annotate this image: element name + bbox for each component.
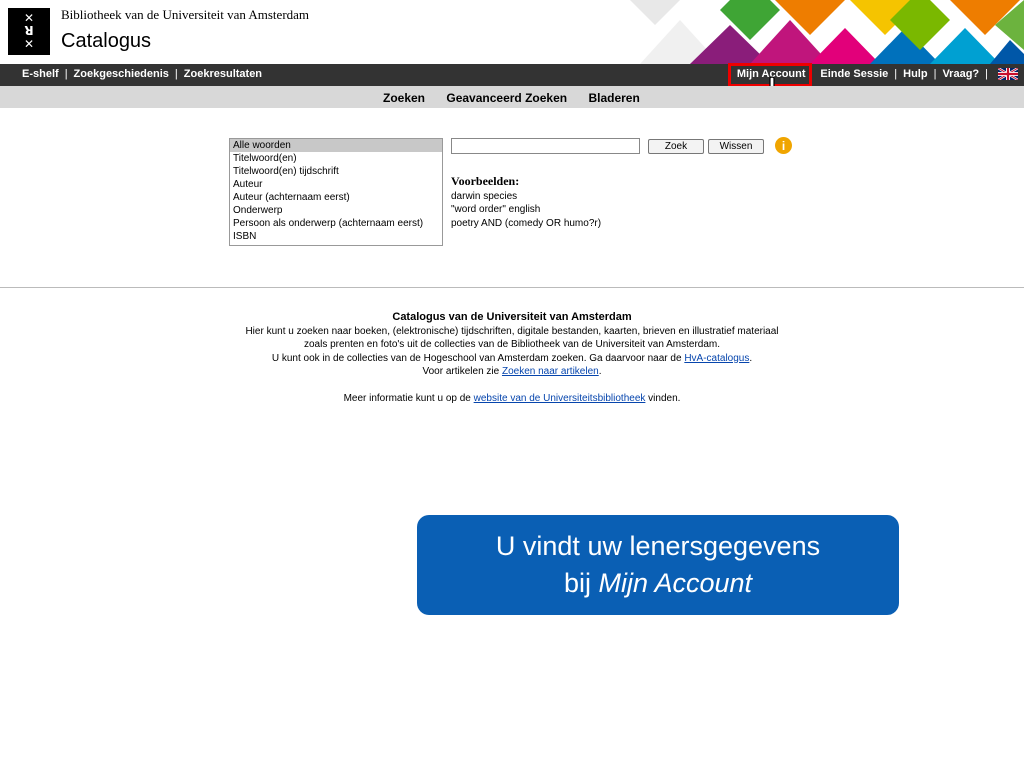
field-option-alle-woorden[interactable]: Alle woorden (230, 139, 442, 152)
field-option-persoon-onderwerp[interactable]: Persoon als onderwerp (achternaam eerst) (230, 217, 442, 230)
callout-line1: U vindt uw lenersgegevens (495, 531, 821, 561)
nav-hulp[interactable]: Hulp (903, 68, 927, 80)
uva-logo[interactable]: ✕ ꓤ ✕ (8, 8, 50, 55)
catalog-title: Catalogus (61, 30, 152, 52)
zoeken-naar-artikelen-link[interactable]: Zoeken naar artikelen (502, 366, 599, 377)
search-field-listbox[interactable]: Alle woorden Titelwoord(en) Titelwoord(e… (229, 138, 443, 246)
subnav-bladeren[interactable]: Bladeren (588, 91, 639, 105)
logo-cross-icon: ✕ (23, 37, 35, 51)
example-item: poetry AND (comedy OR humo?r) (451, 217, 602, 229)
nav-separator: | (933, 68, 937, 80)
info-line: zoals prenten en foto's uit de collectie… (303, 339, 721, 350)
callout-line2: bij Mijn Account (417, 565, 899, 602)
wissen-button[interactable]: Wissen (708, 139, 764, 154)
sub-nav-items: Zoeken Geavanceerd Zoeken Bladeren (383, 91, 658, 105)
field-option-auteur[interactable]: Auteur (230, 178, 442, 191)
info-line: Hier kunt u zoeken naar boeken, (elektro… (245, 325, 779, 337)
nav-eshelf[interactable]: E-shelf (22, 68, 59, 80)
info-text: Meer informatie kunt u op de (343, 392, 474, 404)
info-title: Catalogus van de Universiteit van Amster… (392, 311, 632, 323)
top-navigation: E-shelf | Zoekgeschiedenis | Zoekresultaten … (0, 64, 1024, 86)
zoek-button[interactable]: Zoek (648, 139, 704, 154)
example-item: "word order" english (451, 204, 541, 215)
info-line: Meer informatie kunt u op de website van… (0, 392, 1024, 406)
nav-vraag[interactable]: Vraag? (942, 68, 979, 80)
nav-zoekgeschiedenis[interactable]: Zoekgeschiedenis (74, 68, 169, 80)
subnav-geavanceerd-zoeken[interactable]: Geavanceerd Zoeken (446, 91, 567, 105)
nav-einde-sessie[interactable]: Einde Sessie (820, 68, 888, 80)
library-name: Bibliotheek van de Universiteit van Amst… (61, 7, 310, 22)
subnav-zoeken[interactable]: Zoeken (383, 91, 425, 105)
divider (0, 287, 1024, 288)
info-text: vinden. (645, 392, 681, 404)
hva-catalogus-link[interactable]: HvA-catalogus (684, 353, 749, 364)
nav-separator: | (985, 68, 988, 80)
decorative-shapes-icon (630, 0, 1024, 64)
info-icon[interactable]: i (775, 137, 792, 154)
search-examples: Voorbeelden: darwin species "word order"… (451, 174, 602, 230)
nav-separator: | (174, 68, 178, 80)
field-option-isbn[interactable]: ISBN (230, 230, 442, 243)
site-header: ✕ ꓤ ✕ Bibliotheek van de Universiteit va… (0, 0, 1024, 64)
callout-text: bij (563, 568, 599, 598)
top-nav-left: E-shelf | Zoekgeschiedenis | Zoekresultaten (22, 68, 262, 80)
catalog-info: Catalogus van de Universiteit van Amster… (0, 311, 1024, 405)
info-text: Voor artikelen zie (422, 366, 502, 377)
search-input[interactable] (451, 138, 640, 154)
field-option-onderwerp[interactable]: Onderwerp (230, 204, 442, 217)
example-item: darwin species (451, 190, 518, 202)
info-text: . (598, 366, 602, 377)
field-option-titelwoord[interactable]: Titelwoord(en) (230, 152, 442, 165)
ub-website-link[interactable]: website van de Universiteitsbibliotheek (474, 393, 646, 404)
sub-navigation: Zoeken Geavanceerd Zoeken Bladeren (0, 86, 1024, 108)
nav-separator: | (894, 68, 898, 80)
nav-zoekresultaten[interactable]: Zoekresultaten (184, 68, 262, 80)
field-option-titelwoord-tijdschrift[interactable]: Titelwoord(en) tijdschrift (230, 165, 442, 178)
nav-separator: | (64, 68, 68, 80)
info-line: U kunt ook in de collecties van de Hoges… (0, 352, 1024, 366)
info-line: Voor artikelen zie Zoeken naar artikelen… (0, 365, 1024, 379)
field-option-auteur-achternaam[interactable]: Auteur (achternaam eerst) (230, 191, 442, 204)
callout-emphasis: Mijn Account (598, 568, 753, 598)
info-text: . (749, 352, 753, 364)
info-text: U kunt ook in de collecties van de Hoges… (271, 352, 685, 364)
uk-flag-icon[interactable] (998, 68, 1018, 80)
callout-box: U vindt uw lenersgegevens bij Mijn Accou… (417, 515, 899, 615)
examples-title: Voorbeelden: (451, 174, 520, 188)
